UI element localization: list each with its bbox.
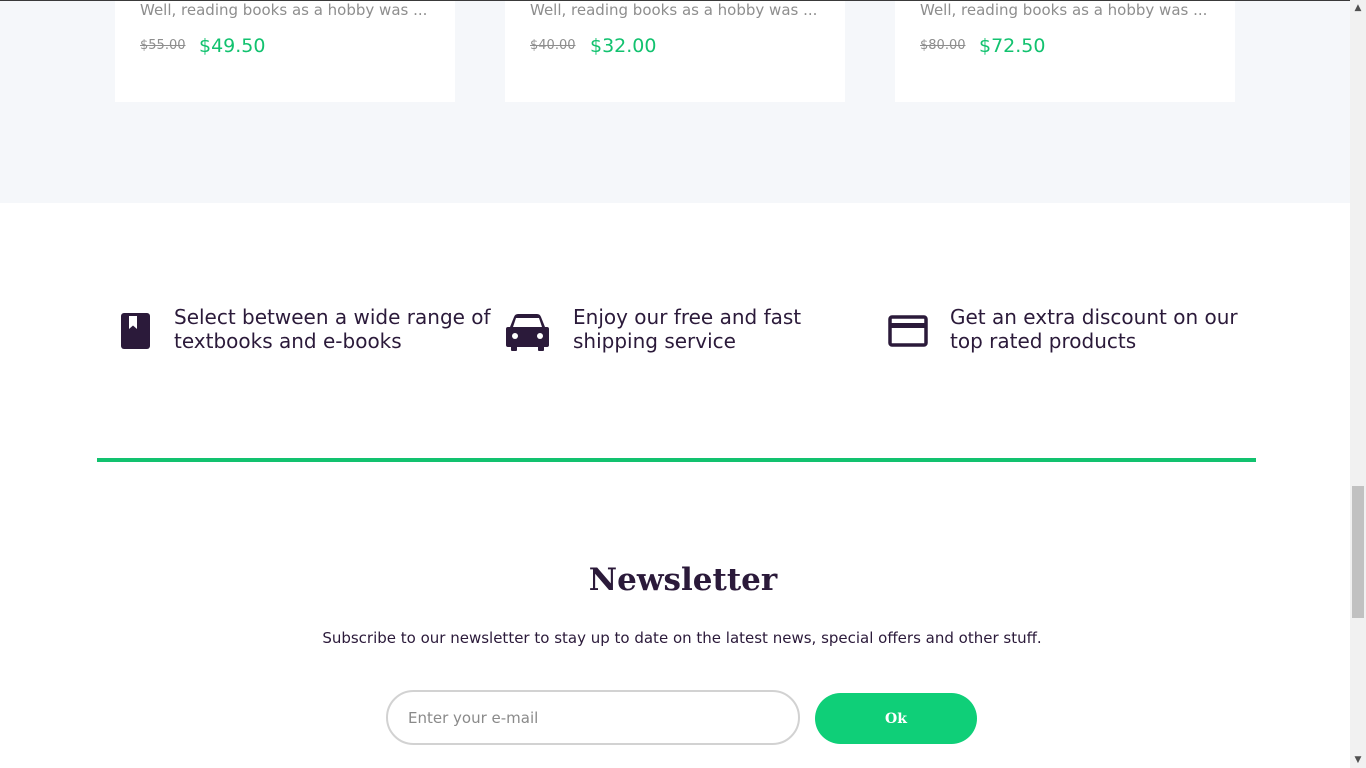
subscribe-ok-button[interactable]: Ok	[815, 693, 977, 744]
product-new-price: $32.00	[590, 35, 657, 57]
feature-free-shipping: Enjoy our free and fast shipping service	[506, 305, 836, 357]
scroll-down-arrow-icon[interactable]: ▼	[1350, 752, 1366, 768]
product-old-price: $80.00	[920, 38, 966, 53]
feature-text-line: shipping service	[573, 329, 736, 353]
product-old-price: $40.00	[530, 38, 576, 53]
newsletter-title: Newsletter	[588, 562, 778, 598]
newsletter-subtitle: Subscribe to our newsletter to stay up t…	[322, 629, 1042, 647]
product-card[interactable]: Well, reading books as a hobby was ... $…	[505, 1, 845, 102]
section-divider	[97, 458, 1256, 462]
feature-extra-discount: Get an extra discount on our top rated p…	[888, 305, 1258, 357]
feature-text-line: Get an extra discount on our	[950, 305, 1238, 329]
product-old-price: $55.00	[140, 38, 186, 53]
car-icon	[506, 313, 549, 355]
products-section: Well, reading books as a hobby was ... $…	[0, 1, 1350, 203]
feature-wide-range: Select between a wide range of textbooks…	[121, 305, 491, 357]
feature-text-line: top rated products	[950, 329, 1137, 353]
feature-text: Get an extra discount on our top rated p…	[950, 305, 1238, 353]
product-description: Well, reading books as a hobby was ...	[530, 1, 818, 19]
feature-text-line: Select between a wide range of	[174, 305, 491, 329]
product-description: Well, reading books as a hobby was ...	[920, 1, 1208, 19]
feature-text-line: textbooks and e-books	[174, 329, 402, 353]
product-new-price: $49.50	[199, 35, 266, 57]
product-card[interactable]: Well, reading books as a hobby was ... $…	[895, 1, 1235, 102]
page-scrollbar[interactable]: ▲ ▼	[1350, 0, 1366, 768]
scroll-up-arrow-icon[interactable]: ▲	[1350, 0, 1366, 16]
product-new-price: $72.50	[979, 35, 1046, 57]
scrollbar-thumb[interactable]	[1352, 486, 1364, 618]
book-icon	[121, 313, 150, 353]
feature-text: Enjoy our free and fast shipping service	[573, 305, 801, 353]
feature-text: Select between a wide range of textbooks…	[174, 305, 491, 353]
email-input[interactable]	[386, 690, 800, 745]
credit-card-icon	[888, 315, 928, 351]
product-description: Well, reading books as a hobby was ...	[140, 1, 428, 19]
feature-text-line: Enjoy our free and fast	[573, 305, 802, 329]
product-card[interactable]: Well, reading books as a hobby was ... $…	[115, 1, 455, 102]
